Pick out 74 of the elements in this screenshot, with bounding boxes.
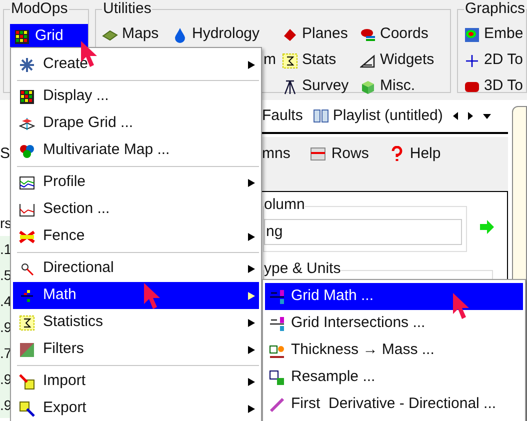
ribbon-button[interactable]: Hydrology: [172, 22, 282, 47]
layers-icon: [360, 26, 376, 42]
grid-button[interactable]: Grid: [10, 24, 88, 49]
toolbar-button[interactable]: Help: [388, 142, 441, 166]
snowflake-icon: [19, 56, 35, 72]
table-icon: [310, 146, 326, 162]
ribbon-button[interactable]: Stats: [282, 48, 360, 73]
menu-item[interactable]: Fence: [13, 223, 259, 250]
filter-icon: [19, 342, 35, 358]
dropdown-icon: [482, 114, 491, 118]
menu-item[interactable]: Profile: [13, 169, 259, 196]
ribbon-button[interactable]: Survey: [282, 74, 360, 99]
menu-item[interactable]: Import: [13, 368, 259, 395]
heat-map-icon: [464, 26, 480, 42]
math-icon: [19, 288, 35, 304]
tripod-icon: [282, 78, 298, 94]
group-title: ModOps: [10, 0, 69, 18]
section-icon: [19, 202, 35, 218]
ribbon-button[interactable]: 2D To: [464, 48, 526, 73]
arrow-icon: [479, 219, 495, 235]
ribbon-button[interactable]: Maps: [102, 22, 172, 47]
circles-icon: [19, 142, 35, 158]
menu-item[interactable]: Directional: [13, 255, 259, 282]
math-grid-icon: [269, 288, 285, 304]
profile-icon: [19, 174, 35, 190]
menu-item[interactable]: Thickness → Mass ...: [265, 337, 523, 364]
menu-item[interactable]: Resample ...: [265, 364, 523, 391]
menu-item[interactable]: Multivariate Map ...: [13, 137, 259, 164]
group-title: Graphics: [464, 0, 526, 18]
menu-item[interactable]: Filters: [13, 336, 259, 363]
import-icon: [19, 374, 35, 390]
scale-icon: [269, 342, 285, 358]
grid-icon: [19, 88, 35, 104]
ribbon-button[interactable]: Misc.: [360, 74, 450, 99]
diamond-icon: [282, 26, 298, 42]
menu-item[interactable]: Export: [13, 395, 259, 421]
menu-item[interactable]: Statistics: [13, 309, 259, 336]
math-grid-icon: [269, 316, 285, 332]
ribbon-button[interactable]: 3D To: [464, 74, 526, 99]
group-title: ype & Units: [264, 260, 341, 278]
book-icon: [312, 108, 329, 124]
ribbon-button[interactable]: Planes: [282, 22, 360, 47]
scroll-right-icon: [468, 112, 473, 120]
pencil-icon: [269, 396, 285, 412]
resample-icon: [269, 370, 285, 386]
text-field[interactable]: ng: [264, 219, 462, 245]
toolbar-button[interactable]: S: [0, 142, 10, 166]
ribbon-button[interactable]: Coords: [360, 22, 450, 47]
magnifier-icon: [19, 260, 35, 276]
tab[interactable]: Playlist (untitled): [312, 104, 443, 128]
ribbon-button[interactable]: Embe: [464, 22, 526, 47]
drape-grid-icon: [19, 116, 35, 132]
scroll-left-icon: [452, 112, 458, 120]
toolbar-button[interactable]: Rows: [310, 142, 369, 166]
grid-icon: [14, 28, 30, 44]
table-cell: .4: [0, 288, 10, 314]
menu-item[interactable]: Section ...: [13, 196, 259, 223]
menu-item[interactable]: Math: [13, 282, 259, 309]
water-drop-icon: [172, 26, 188, 42]
toolbar-button[interactable]: mns: [262, 142, 290, 166]
axes-icon: [464, 52, 480, 68]
cube-icon: [360, 78, 376, 94]
menu-item[interactable]: Grid Intersections ...: [265, 310, 523, 337]
sigma-icon: [19, 314, 35, 330]
menu-item[interactable]: First Derivative - Directional ...: [265, 391, 523, 418]
ribbon-button[interactable]: Widgets: [360, 48, 450, 73]
export-icon: [19, 400, 35, 416]
menu-item[interactable]: Drape Grid ...: [13, 110, 259, 137]
tab[interactable]: Faults: [262, 104, 303, 128]
sigma-icon: [282, 52, 298, 68]
menu-item[interactable]: Display ...: [13, 83, 259, 110]
fence-icon: [19, 228, 35, 244]
menu-item[interactable]: Grid Math ...: [265, 283, 523, 310]
ruler-icon: [360, 52, 376, 68]
